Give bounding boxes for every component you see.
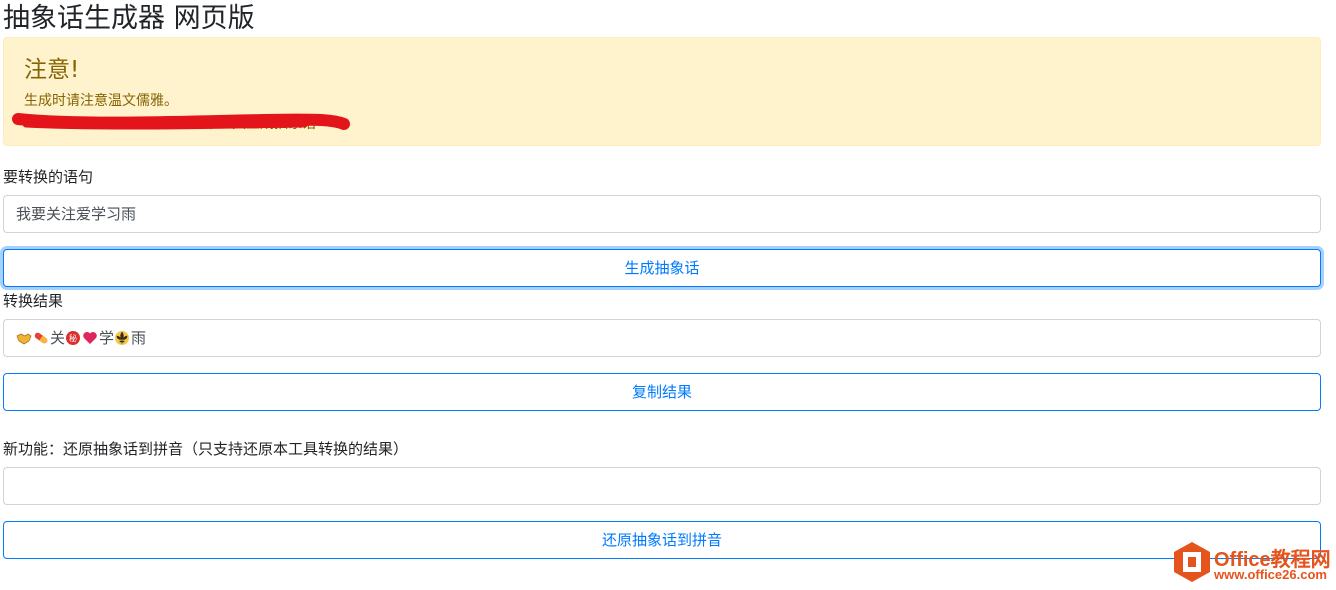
secret-badge-emoji-icon: 秘 — [65, 329, 82, 347]
result-label: 转换结果 — [3, 292, 64, 310]
warning-alert: 注意! 生成时请注意温文儒雅。 本工具生成抽象话 — [3, 37, 1321, 146]
watermark-url: www.office26.com — [1214, 567, 1327, 582]
convert-label: 要转换的语句 — [3, 168, 94, 186]
redaction-scribble — [12, 113, 350, 130]
handshake-emoji-icon — [16, 329, 33, 347]
svg-text:秘: 秘 — [69, 333, 77, 343]
pill-emoji-icon — [33, 329, 50, 347]
office-logo-icon — [1174, 542, 1210, 582]
restore-input[interactable] — [3, 467, 1321, 505]
result-text-char: 学 — [99, 329, 115, 347]
convert-input[interactable]: 我要关注爱学习雨 — [3, 195, 1321, 233]
result-field[interactable]: 关秘 学雨 — [3, 319, 1321, 357]
restore-label: 新功能：还原抽象话到拼音（只支持还原本工具转换的结果） — [3, 440, 409, 458]
page-title: 抽象话生成器 网页版 — [3, 3, 255, 34]
alert-message: 生成时请注意温文儒雅。 — [24, 93, 178, 109]
copy-result-button[interactable]: 复制结果 — [3, 373, 1321, 411]
restore-pinyin-button[interactable]: 还原抽象话到拼音 — [3, 521, 1321, 559]
fleur-de-lis-emoji-icon — [114, 329, 131, 347]
result-text-char: 雨 — [131, 329, 147, 347]
alert-heading: 注意! — [24, 57, 80, 83]
red-heart-emoji-icon — [82, 329, 99, 347]
generate-button[interactable]: 生成抽象话 — [3, 249, 1321, 287]
result-text-char: 关 — [50, 329, 66, 347]
